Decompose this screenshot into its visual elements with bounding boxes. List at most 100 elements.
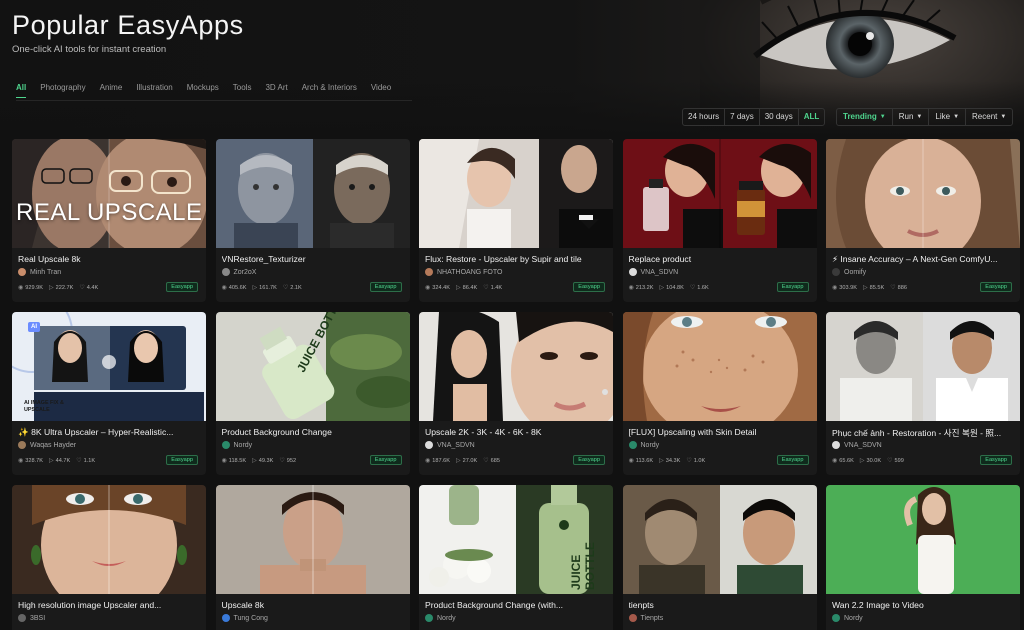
eye-icon: ◉ <box>832 285 838 291</box>
portrait-thumbnail <box>12 139 206 248</box>
tab-photography[interactable]: Photography <box>40 82 85 98</box>
avatar <box>425 614 433 622</box>
views-count: 328.7K <box>25 457 43 464</box>
tab-illustration[interactable]: Illustration <box>136 82 172 98</box>
card-title: ⚡ Insane Accuracy – A Next-Gen ComfyU... <box>832 254 998 264</box>
card-thumbnail <box>419 312 613 421</box>
card-title: [FLUX] Upscaling with Skin Detail <box>628 427 757 437</box>
time-filter-7d[interactable]: 7 days <box>725 109 760 125</box>
heart-icon: ♡ <box>890 285 896 291</box>
heart-icon: ♡ <box>76 458 82 464</box>
card-author: VNA_SDVN <box>832 441 882 449</box>
runs-stat: ▷ 49.3K <box>252 457 273 465</box>
card-author: VNA_SDVN <box>425 441 475 449</box>
time-filter-30d[interactable]: 30 days <box>760 109 799 125</box>
app-card[interactable]: ⚡ Insane Accuracy – A Next-Gen ComfyU...… <box>826 139 1020 302</box>
app-card[interactable]: Upscale 2K - 3K - 4K - 6K - 8K VNA_SDVN … <box>419 312 613 475</box>
card-title: VNRestore_Texturizer <box>221 254 306 264</box>
avatar <box>221 614 230 622</box>
sort-trending-dropdown[interactable]: Trending ▼ <box>837 109 893 125</box>
runs-stat: ▷ 104.8K <box>659 284 683 292</box>
views-count: 213.2K <box>635 284 654 291</box>
tab-video[interactable]: Video <box>371 82 391 98</box>
tab-3d-art[interactable]: 3D Art <box>265 82 287 98</box>
time-filter-24h[interactable]: 24 hours <box>683 109 726 125</box>
author-name: Minh Tran <box>30 268 62 276</box>
app-card[interactable]: High resolution image Upscaler and... 3B… <box>12 485 206 630</box>
run-icon: ▷ <box>659 285 665 291</box>
tab-anime[interactable]: Anime <box>100 82 123 98</box>
views-stat: ◉ 328.7K <box>18 457 43 465</box>
heart-icon: ♡ <box>79 285 85 291</box>
heart-icon: ♡ <box>686 458 692 464</box>
runs-stat: ▷ 85.5K <box>862 284 885 292</box>
app-card[interactable]: VNRestore_Texturizer Zor2oX ◉ 405.6K ▷ 161… <box>215 139 410 302</box>
app-card[interactable]: tienpts Tienpts <box>622 485 817 630</box>
sort-run-dropdown[interactable]: Run ▼ <box>893 109 930 125</box>
tab-all[interactable]: All <box>16 82 27 98</box>
views-stat: ◉ 65.6K <box>832 457 854 465</box>
likes-count: 1.1K <box>83 457 96 464</box>
bottle-thumbnail <box>215 312 410 421</box>
likes-stat: ♡ 599 <box>887 457 904 465</box>
app-card[interactable]: Flux: Restore - Upscaler by Supir and ti… <box>419 139 613 302</box>
card-author: VNA_SDVN <box>628 268 679 276</box>
heart-icon: ♡ <box>279 458 285 464</box>
app-card[interactable]: Phục chế ảnh - Restoration - 사진 복원 - 照..… <box>826 312 1020 475</box>
app-card[interactable]: [FLUX] Upscaling with Skin Detail Nordy … <box>622 312 817 475</box>
author-name: VNA_SDVN <box>640 268 679 276</box>
card-author: NHATHOANG FOTO <box>425 268 502 276</box>
views-count: 118.5K <box>228 457 247 464</box>
card-title: Flux: Restore - Upscaler by Supir and ti… <box>425 254 582 264</box>
heart-icon: ♡ <box>483 458 489 464</box>
card-author: Zor2oX <box>221 268 257 276</box>
run-icon: ▷ <box>455 285 461 291</box>
app-card[interactable]: Replace product VNA_SDVN ◉ 213.2K ▷ 104.8K… <box>622 139 817 302</box>
card-stats: ◉ 324.4K ▷ 86.4K ♡ 1.4K <box>425 284 502 292</box>
card-author: Minh Tran <box>18 268 61 276</box>
tab-tools[interactable]: Tools <box>233 82 252 98</box>
views-stat: ◉ 113.6K <box>629 457 654 465</box>
app-card[interactable]: AI AI IMAGE FIX & UPSCALE ✨ 8K Ultra Ups… <box>12 312 206 475</box>
author-name: Nordy <box>437 614 456 622</box>
run-icon: ▷ <box>862 285 868 291</box>
runs-count: 85.5K <box>869 284 885 291</box>
portrait-thumbnail <box>12 485 206 594</box>
easyapp-badge: Easyapp <box>369 455 402 465</box>
card-stats: ◉ 405.6K ▷ 161.7K ♡ 2.1K <box>222 284 302 292</box>
app-card[interactable]: JUICE BOTTLE Product Background Change N… <box>215 312 410 475</box>
easyapp-badge: Easyapp <box>776 455 809 465</box>
sort-like-dropdown[interactable]: Like ▼ <box>929 109 967 125</box>
card-author: Tienpts <box>628 614 663 622</box>
likes-stat: ♡ 2.1K <box>283 284 302 292</box>
likes-count: 1.0K <box>693 457 706 464</box>
sort-recent-dropdown[interactable]: Recent ▼ <box>966 109 1012 125</box>
app-card[interactable]: JUICE BOTTLE Product Background Change (… <box>419 485 613 630</box>
app-card[interactable]: Upscale 8k Tung Cong <box>215 485 410 630</box>
eye-icon: ◉ <box>425 458 431 464</box>
avatar <box>221 441 230 449</box>
sort-recent-label: Recent <box>972 112 998 121</box>
tab-mockups[interactable]: Mockups <box>187 82 219 98</box>
runs-stat: ▷ 30.0K <box>860 457 881 465</box>
time-filter-all[interactable]: ALL <box>799 109 825 125</box>
restoration-thumbnail <box>622 485 817 594</box>
author-name: Zor2oX <box>233 268 257 276</box>
avatar <box>425 268 433 276</box>
card-thumbnail: JUICE BOTTLE <box>419 485 613 594</box>
views-count: 65.6K <box>839 457 854 464</box>
avatar <box>628 268 637 276</box>
app-card[interactable]: REAL UPSCALE Real Upscale 8k Minh Tran ◉… <box>12 139 206 302</box>
card-author: Nordy <box>221 441 252 449</box>
card-stats: ◉ 113.6K ▷ 34.3K ♡ 1.0K <box>629 457 706 465</box>
views-stat: ◉ 405.6K <box>222 284 247 292</box>
tab-arch-interiors[interactable]: Arch & Interiors <box>302 82 357 98</box>
card-title: Product Background Change (with... <box>425 600 564 610</box>
author-name: Tung Cong <box>233 614 268 622</box>
author-name: VNA_SDVN <box>844 441 882 449</box>
app-card[interactable]: Wan 2.2 Image to Video Nordy <box>826 485 1020 630</box>
card-title: Upscale 8k <box>221 600 265 610</box>
product-thumbnail <box>622 139 817 248</box>
thumbnail-caption: AI IMAGE FIX & UPSCALE <box>24 400 64 413</box>
run-icon: ▷ <box>455 458 461 464</box>
